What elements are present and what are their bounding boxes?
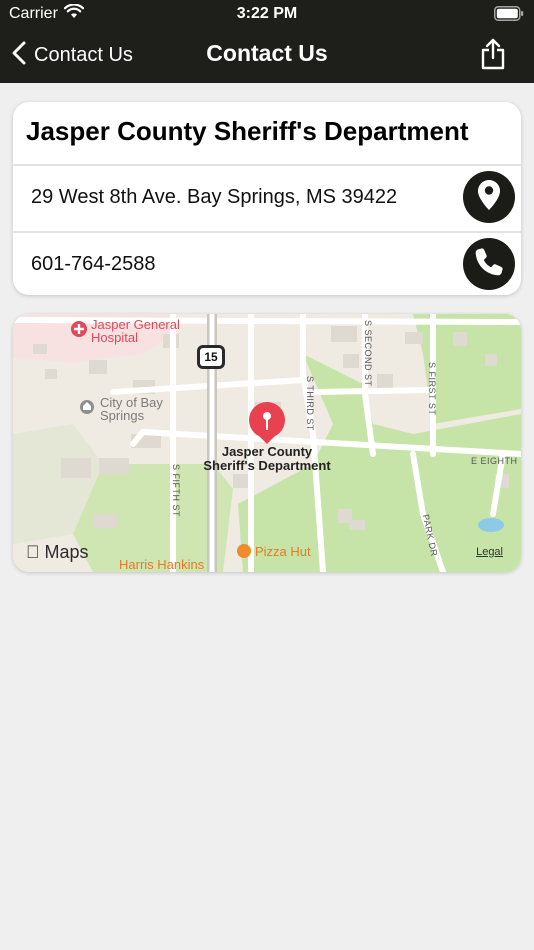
directions-button[interactable] <box>463 171 515 223</box>
hospital-label: Jasper General Hospital <box>91 318 180 344</box>
maps-brand-label: Maps <box>26 542 89 562</box>
map-background <box>13 314 521 572</box>
street-label-s-second: S SECOND ST <box>363 320 373 387</box>
phone-text: 601-764-2588 <box>31 253 156 275</box>
location-pin-icon <box>477 179 501 216</box>
harris-hankins-label: Harris Hankins <box>119 557 205 572</box>
address-text: 29 West 8th Ave. Bay Springs, MS 39422 <box>31 186 398 208</box>
street-label-s-fifth: S FIFTH ST <box>171 464 181 517</box>
battery-icon <box>494 6 524 26</box>
hospital-label-line2: Hospital <box>91 330 138 345</box>
back-button-label: Contact Us <box>34 43 133 66</box>
contact-card: Jasper County Sheriff's Department 29 We… <box>13 102 521 295</box>
pin-label-line2: Sheriff's Department <box>203 458 331 473</box>
city-label-line2: Springs <box>100 408 145 423</box>
route-shield-number: 15 <box>204 350 218 364</box>
share-button[interactable] <box>480 38 506 75</box>
divider <box>13 164 521 166</box>
apple-maps-logo:  Maps <box>26 542 89 563</box>
pin-label-line1: Jasper County <box>221 444 313 459</box>
status-time: 3:22 PM <box>236 5 298 22</box>
back-button[interactable]: Contact Us <box>12 40 133 70</box>
share-icon <box>480 38 506 74</box>
navigation-bar: Contact Us Contact Us <box>0 30 534 83</box>
pizza-hut-label: Pizza Hut <box>255 544 311 559</box>
legal-link[interactable]: Legal <box>476 546 503 558</box>
divider <box>13 231 521 233</box>
location-map[interactable]: Jasper General Hospital City of Bay Spri… <box>13 314 521 572</box>
phone-icon <box>474 247 504 282</box>
call-button[interactable] <box>463 238 515 290</box>
department-name: Jasper County Sheriff's Department <box>26 116 469 146</box>
chevron-left-icon <box>12 41 26 70</box>
street-label-s-first: S FIRST ST <box>427 362 437 416</box>
apple-logo-icon:  <box>26 542 40 562</box>
street-label-s-third: S THIRD ST <box>305 376 315 431</box>
city-hall-label: City of Bay Springs <box>100 396 163 422</box>
status-bar: Carrier 3:22 PM <box>0 0 534 30</box>
pin-label: Jasper County Sheriff's Department <box>183 445 351 473</box>
street-label-e-eighth: E EIGHTH <box>471 456 518 466</box>
